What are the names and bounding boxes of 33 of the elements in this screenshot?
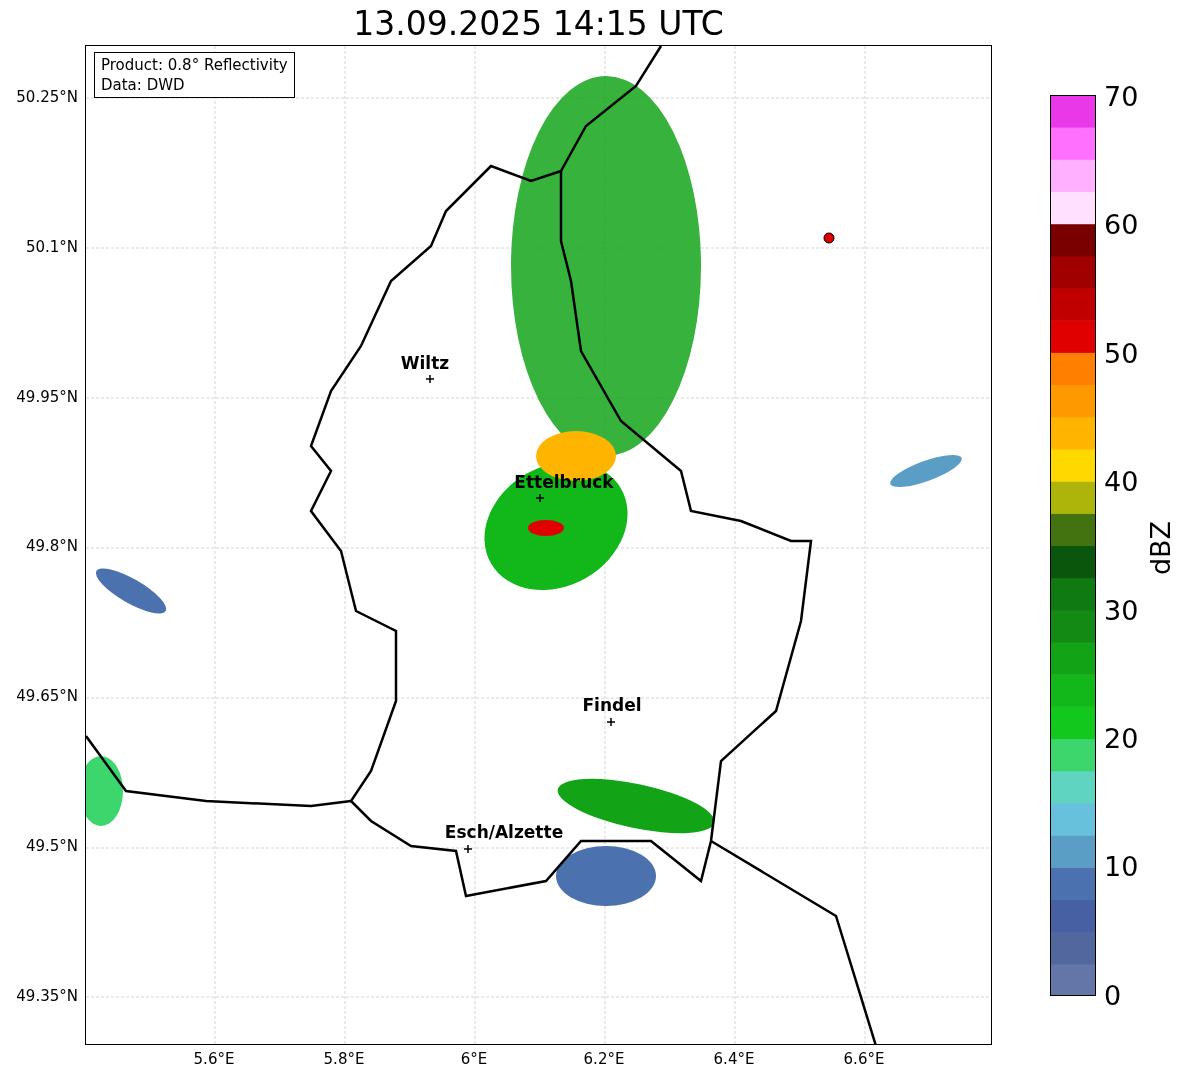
info-text: Data: DWD (101, 75, 186, 95)
city-label: Esch/Alzette (444, 822, 564, 842)
city-marker-icon (536, 494, 544, 502)
colorbar-tick-label: 10 (1104, 852, 1139, 883)
colorbar-tick-label: 60 (1104, 210, 1139, 241)
city-marker-icon (607, 718, 615, 726)
colorbar-tick-label: 0 (1104, 980, 1122, 1011)
y-tick-label: 50.25°N (16, 88, 78, 106)
colorbar-tick-label: 40 (1104, 467, 1139, 498)
city-label: Wiltz (400, 353, 450, 373)
y-tick-label: 49.35°N (16, 986, 78, 1005)
info-text: Product: 0.8° Reflectivity (101, 55, 288, 75)
colorbar-tick-label: 50 (1104, 338, 1139, 369)
y-tick-label: 49.65°N (16, 687, 78, 706)
x-tick-label: 5.8°E (323, 1050, 365, 1068)
x-tick-label: 6.4°E (713, 1050, 755, 1068)
colorbar-tick-label: 30 (1104, 595, 1139, 626)
y-tick-label: 49.8°N (25, 537, 78, 556)
y-tick-label: 49.5°N (25, 837, 78, 855)
colorbar-tick-label: 20 (1104, 724, 1139, 754)
city-marker-icon (464, 845, 472, 853)
x-tick-label: 6.2°E (583, 1050, 625, 1068)
chart-title: 13.09.2025 14:15 UTC (352, 4, 725, 43)
city-label: Ettelbruck (514, 472, 614, 492)
colorbar-tick-label: 70 (1104, 82, 1139, 112)
y-tick-label: 50.1°N (25, 237, 78, 256)
x-tick-label: 5.6°E (193, 1050, 235, 1068)
city-marker-icon (426, 375, 434, 383)
x-tick-label: 6°E (460, 1050, 488, 1068)
x-tick-label: 6.6°E (843, 1050, 885, 1068)
y-tick-label: 49.95°N (16, 387, 78, 406)
city-label: Findel (582, 695, 642, 715)
colorbar-label: dBZ (1144, 520, 1176, 576)
